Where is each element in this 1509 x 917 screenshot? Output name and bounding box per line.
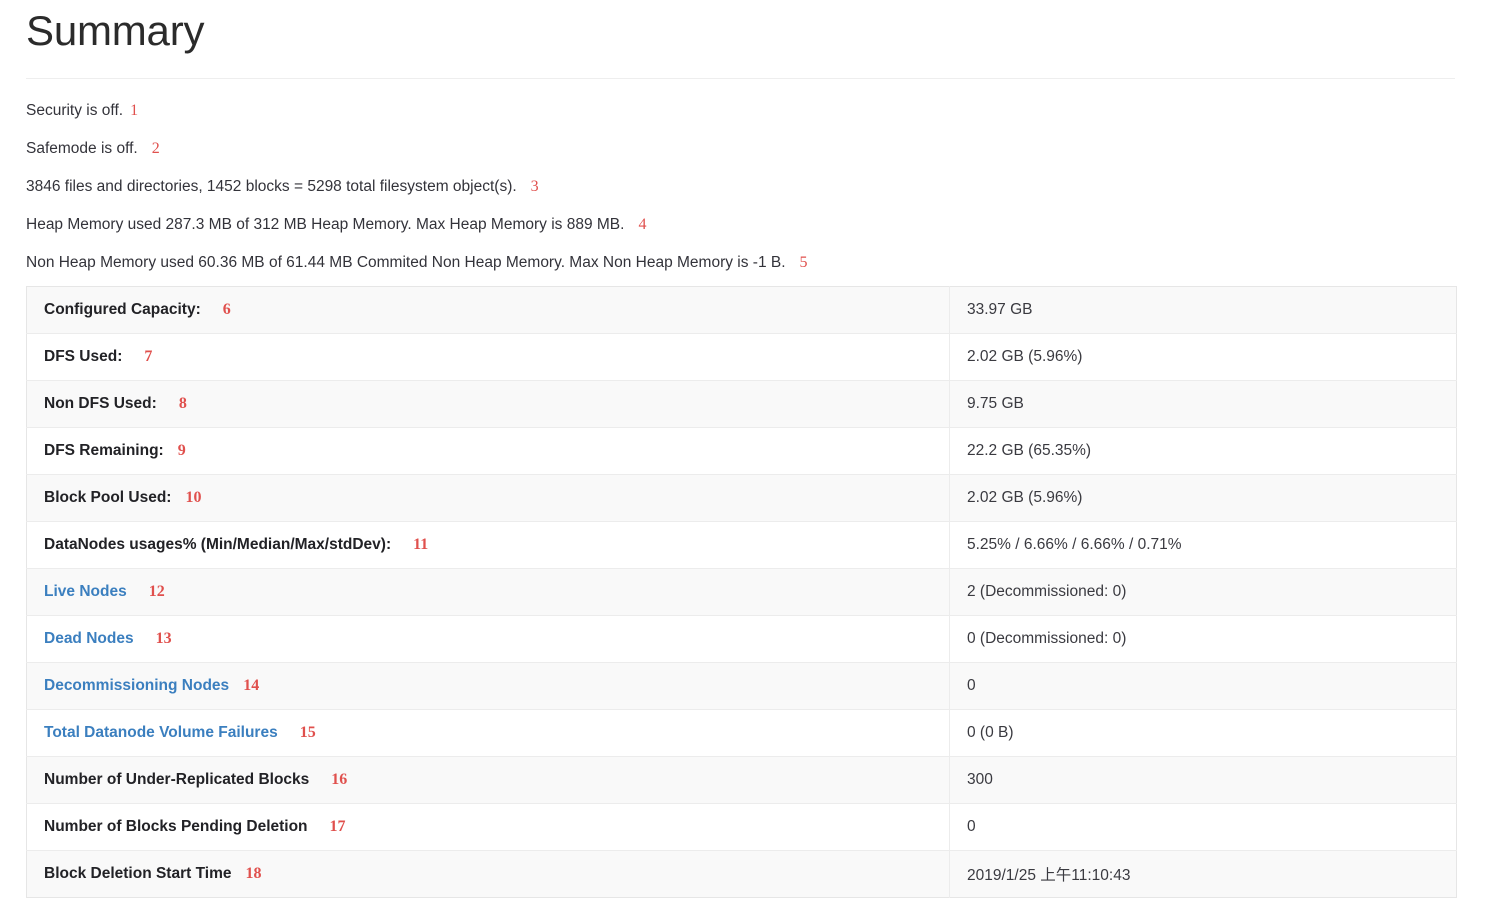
row-value: 2.02 GB (5.96%) — [950, 475, 1457, 522]
annotation-number: 3 — [531, 178, 539, 195]
annotation-number: 6 — [223, 301, 231, 318]
row-value: 2019/1/25 上午11:10:43 — [950, 851, 1457, 898]
annotation-number: 9 — [178, 442, 186, 459]
annotation-number: 14 — [243, 677, 259, 694]
status-line: Heap Memory used 287.3 MB of 312 MB Heap… — [26, 215, 1483, 235]
row-value: 33.97 GB — [950, 287, 1457, 334]
annotation-number: 15 — [300, 724, 316, 741]
table-row: Decommissioning Nodes 14 0 — [27, 663, 1457, 710]
status-line-text: Security is off. — [26, 102, 123, 119]
row-value: 0 (0 B) — [950, 710, 1457, 757]
row-value: 0 — [950, 663, 1457, 710]
row-label-dfs-used: DFS Used: 7 — [27, 334, 950, 381]
row-label-block-deletion-start-time: Block Deletion Start Time 18 — [27, 851, 950, 898]
row-value: 2 (Decommissioned: 0) — [950, 569, 1457, 616]
row-label-text: DataNodes usages% (Min/Median/Max/stdDev… — [44, 536, 391, 553]
row-label-block-pool-used: Block Pool Used: 10 — [27, 475, 950, 522]
row-label-text: Non DFS Used: — [44, 395, 157, 412]
table-row: Number of Under-Replicated Blocks 16 300 — [27, 757, 1457, 804]
row-label-text: Live Nodes — [44, 583, 127, 600]
row-label-configured-capacity: Configured Capacity: 6 — [27, 287, 950, 334]
row-value: 9.75 GB — [950, 381, 1457, 428]
annotation-number: 16 — [331, 771, 347, 788]
row-label-datanodes-usages: DataNodes usages% (Min/Median/Max/stdDev… — [27, 522, 950, 569]
summary-status-lines: Security is off. 1 Safemode is off. 2 3846… — [26, 101, 1483, 273]
annotation-number: 18 — [245, 865, 261, 882]
table-row: Dead Nodes 13 0 (Decommissioned: 0) — [27, 616, 1457, 663]
page-title: Summary — [26, 0, 1483, 54]
row-label-text: Total Datanode Volume Failures — [44, 724, 278, 741]
table-row: Configured Capacity: 6 33.97 GB — [27, 287, 1457, 334]
table-row: DFS Used: 7 2.02 GB (5.96%) — [27, 334, 1457, 381]
table-row: Total Datanode Volume Failures 15 0 (0 B) — [27, 710, 1457, 757]
row-value: 2.02 GB (5.96%) — [950, 334, 1457, 381]
row-value: 300 — [950, 757, 1457, 804]
row-link-dead-nodes[interactable]: Dead Nodes 13 — [27, 616, 950, 663]
annotation-number: 17 — [330, 818, 346, 835]
table-row: Number of Blocks Pending Deletion 17 0 — [27, 804, 1457, 851]
annotation-number: 7 — [144, 348, 152, 365]
status-line: 3846 files and directories, 1452 blocks … — [26, 177, 1483, 197]
row-value: 22.2 GB (65.35%) — [950, 428, 1457, 475]
annotation-number: 11 — [413, 536, 428, 553]
row-label-text: Number of Blocks Pending Deletion — [44, 818, 308, 835]
annotation-number: 2 — [152, 140, 160, 157]
table-row: Live Nodes 12 2 (Decommissioned: 0) — [27, 569, 1457, 616]
status-line-text: Non Heap Memory used 60.36 MB of 61.44 M… — [26, 254, 786, 271]
annotation-number: 5 — [800, 254, 808, 271]
row-link-total-datanode-volume-failures[interactable]: Total Datanode Volume Failures 15 — [27, 710, 950, 757]
summary-table: Configured Capacity: 6 33.97 GB DFS Used:… — [26, 286, 1457, 898]
annotation-number: 1 — [130, 102, 138, 119]
annotation-number: 13 — [156, 630, 172, 647]
status-line-text: 3846 files and directories, 1452 blocks … — [26, 178, 517, 195]
row-label-text: Number of Under-Replicated Blocks — [44, 771, 309, 788]
annotation-number: 10 — [185, 489, 201, 506]
annotation-number: 12 — [149, 583, 165, 600]
row-value: 0 — [950, 804, 1457, 851]
row-label-text: Decommissioning Nodes — [44, 677, 229, 694]
status-line: Safemode is off. 2 — [26, 139, 1483, 159]
table-row: DFS Remaining: 9 22.2 GB (65.35%) — [27, 428, 1457, 475]
table-row: DataNodes usages% (Min/Median/Max/stdDev… — [27, 522, 1457, 569]
row-link-live-nodes[interactable]: Live Nodes 12 — [27, 569, 950, 616]
table-row: Non DFS Used: 8 9.75 GB — [27, 381, 1457, 428]
row-label-text: DFS Used: — [44, 348, 122, 365]
title-divider — [26, 78, 1455, 79]
status-line: Non Heap Memory used 60.36 MB of 61.44 M… — [26, 253, 1483, 273]
row-label-dfs-remaining: DFS Remaining: 9 — [27, 428, 950, 475]
row-label-text: Dead Nodes — [44, 630, 134, 647]
table-row: Block Deletion Start Time 18 2019/1/25 上午… — [27, 851, 1457, 898]
row-label-non-dfs-used: Non DFS Used: 8 — [27, 381, 950, 428]
row-label-under-replicated-blocks: Number of Under-Replicated Blocks 16 — [27, 757, 950, 804]
row-label-blocks-pending-deletion: Number of Blocks Pending Deletion 17 — [27, 804, 950, 851]
row-label-text: Configured Capacity: — [44, 301, 201, 318]
annotation-number: 4 — [638, 216, 646, 233]
row-label-text: DFS Remaining: — [44, 442, 164, 459]
row-value: 0 (Decommissioned: 0) — [950, 616, 1457, 663]
status-line: Security is off. 1 — [26, 101, 1483, 121]
annotation-number: 8 — [179, 395, 187, 412]
status-line-text: Safemode is off. — [26, 140, 138, 157]
row-label-text: Block Pool Used: — [44, 489, 171, 506]
table-row: Block Pool Used: 10 2.02 GB (5.96%) — [27, 475, 1457, 522]
row-label-text: Block Deletion Start Time — [44, 865, 231, 882]
row-link-decommissioning-nodes[interactable]: Decommissioning Nodes 14 — [27, 663, 950, 710]
status-line-text: Heap Memory used 287.3 MB of 312 MB Heap… — [26, 216, 624, 233]
row-value: 5.25% / 6.66% / 6.66% / 0.71% — [950, 522, 1457, 569]
summary-page: Summary Security is off. 1 Safemode is of… — [0, 0, 1509, 917]
